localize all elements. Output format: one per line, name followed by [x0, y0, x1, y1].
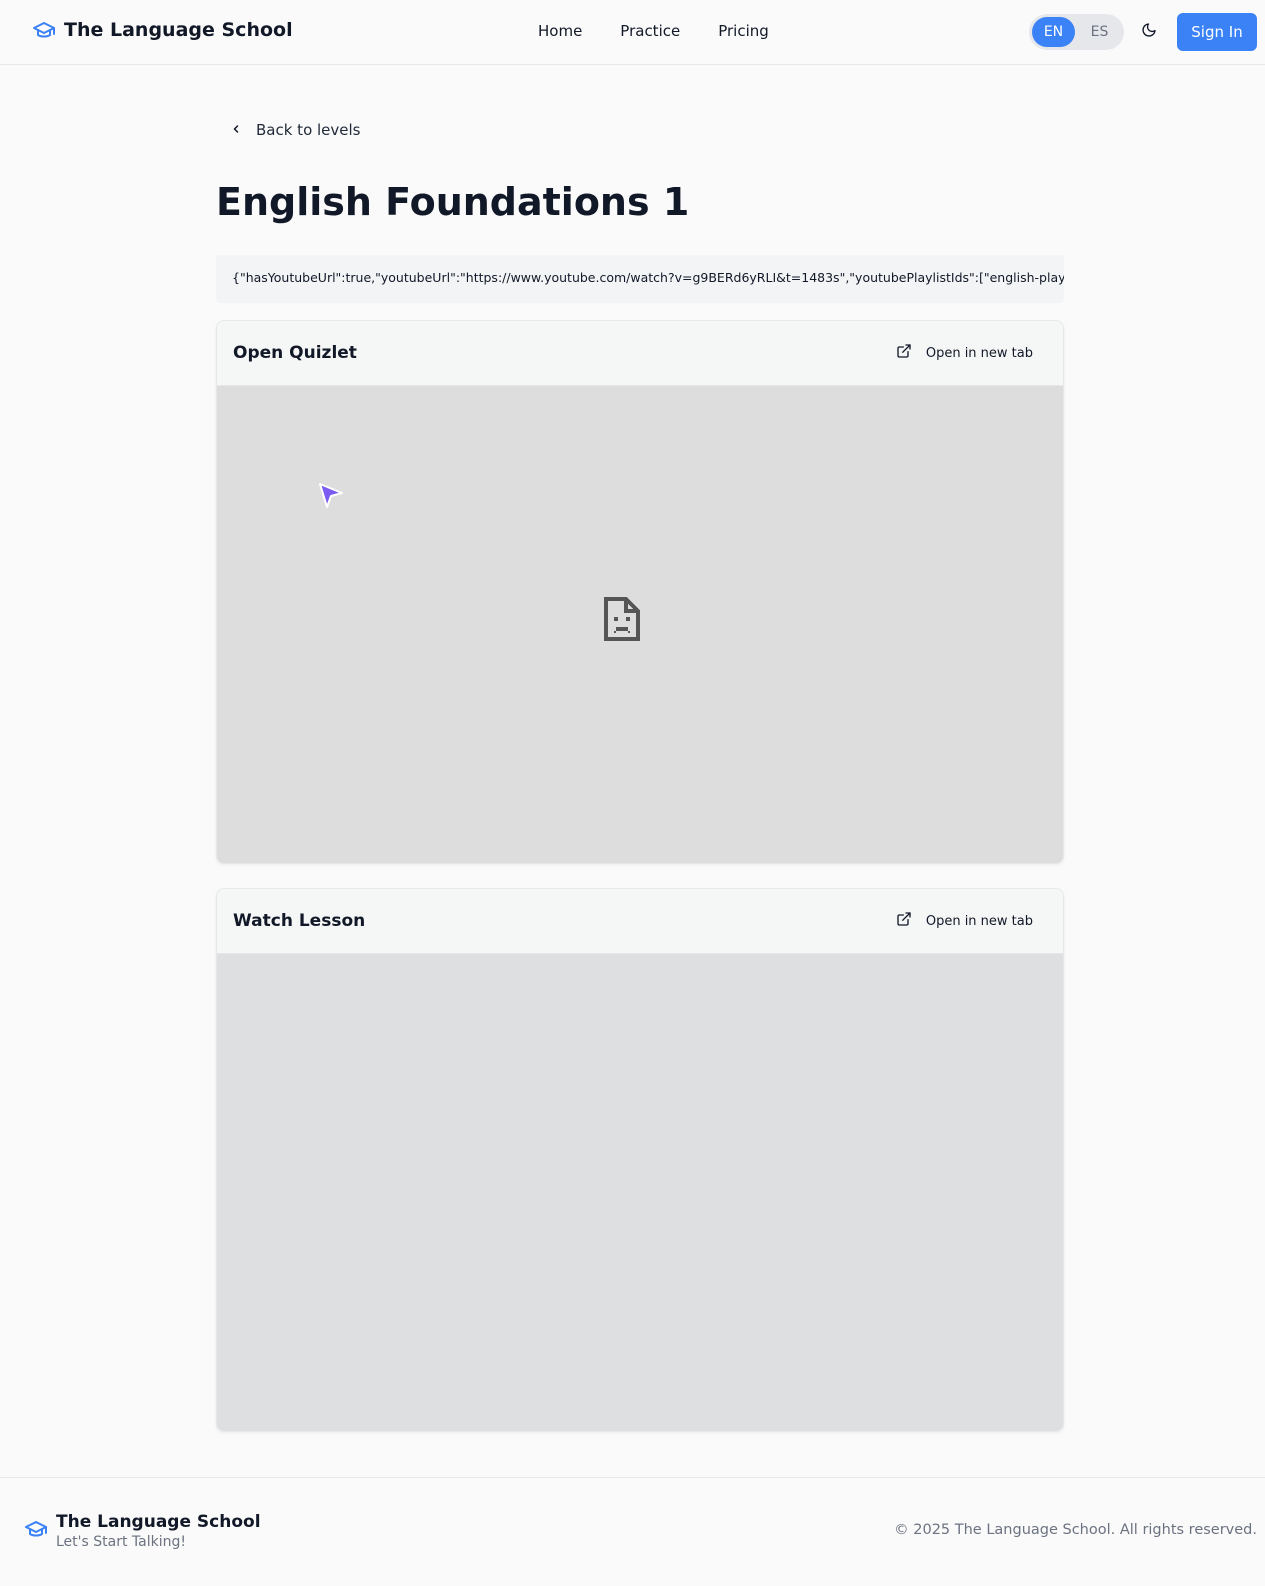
footer-tagline: Let's Start Talking! [56, 1534, 186, 1550]
footer-brand: The Language School Let's Start Talking! [24, 1512, 261, 1550]
card-title: Watch Lesson [233, 911, 366, 931]
graduation-cap-icon [32, 18, 56, 42]
open-in-new-tab-label: Open in new tab [925, 345, 1033, 361]
quizlet-embed-frame[interactable] [217, 386, 1063, 863]
lang-es-button[interactable]: ES [1078, 17, 1121, 47]
lesson-card: Watch Lesson Open in new tab [216, 888, 1064, 1432]
nav-pricing[interactable]: Pricing [718, 22, 769, 40]
footer: The Language School Let's Start Talking!… [0, 1477, 1265, 1586]
card-header: Watch Lesson Open in new tab [217, 889, 1063, 954]
top-navbar: The Language School Home Practice Pricin… [0, 0, 1265, 65]
quizlet-card: Open Quizlet Open in new tab [216, 320, 1064, 864]
back-label: Back to levels [256, 120, 361, 139]
back-to-levels-link[interactable]: Back to levels [230, 120, 361, 139]
lang-en-button[interactable]: EN [1032, 17, 1075, 47]
open-in-new-tab-label: Open in new tab [925, 913, 1033, 929]
open-in-new-tab-button[interactable]: Open in new tab [896, 911, 1033, 931]
nav-home[interactable]: Home [538, 22, 582, 40]
theme-toggle-button[interactable] [1137, 20, 1161, 44]
page-title: English Foundations 1 [216, 180, 690, 224]
brand-title: The Language School [64, 19, 293, 41]
external-link-icon [896, 911, 912, 931]
debug-json-text: {"hasYoutubeUrl":true,"youtubeUrl":"http… [216, 255, 1064, 303]
cursor-pointer-icon [317, 481, 345, 509]
copyright-text: © 2025 The Language School. All rights r… [894, 1522, 1257, 1538]
chevron-left-icon [230, 120, 242, 139]
nav-practice[interactable]: Practice [620, 22, 680, 40]
card-header: Open Quizlet Open in new tab [217, 321, 1063, 386]
external-link-icon [896, 343, 912, 363]
card-title: Open Quizlet [233, 343, 357, 363]
video-embed-frame[interactable] [217, 954, 1063, 1431]
moon-icon [1141, 22, 1157, 42]
main-nav: Home Practice Pricing [538, 22, 769, 40]
footer-title: The Language School [56, 1512, 261, 1532]
sad-document-icon [604, 597, 640, 641]
language-toggle: EN ES [1029, 14, 1124, 50]
graduation-cap-icon [24, 1517, 48, 1545]
open-in-new-tab-button[interactable]: Open in new tab [896, 343, 1033, 363]
sign-in-button[interactable]: Sign In [1177, 13, 1257, 51]
brand-link[interactable]: The Language School [32, 18, 293, 42]
